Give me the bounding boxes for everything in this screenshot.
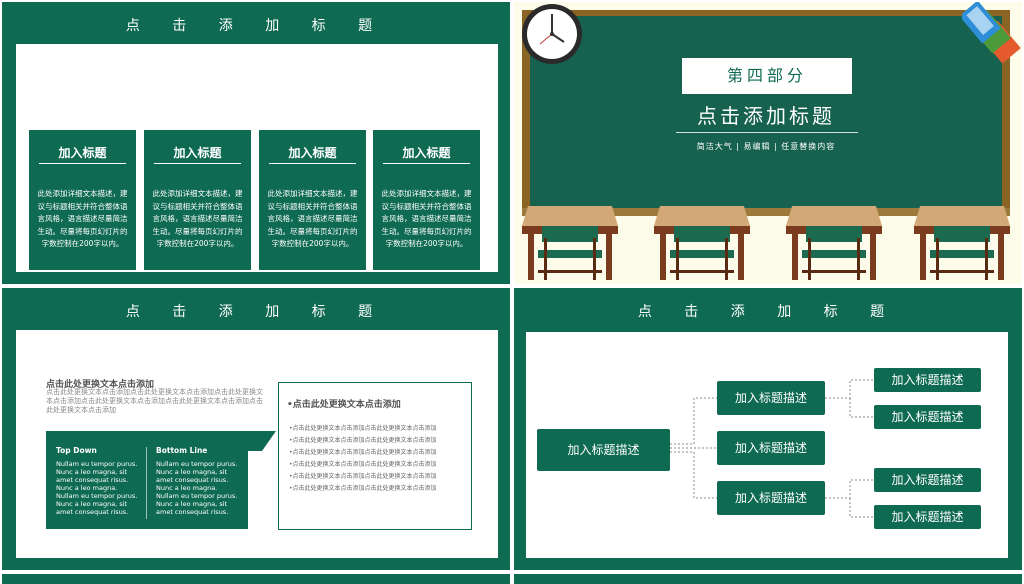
tree-branch-node: 加入标题描述 [717,431,825,465]
card-title: 加入标题 [402,146,451,160]
tree-leaf-node: 加入标题描述 [874,505,981,529]
card-body: 此处添加详细文本描述，建议与标题相关并符合整体语言风格，语言描述尽量简洁生动。尽… [37,189,128,248]
text-card: 加入标题 此处添加详细文本描述，建议与标题相关并符合整体语言风格，语言描述尽量简… [144,130,251,270]
bullet-item: •点击此处更换文本点击添加点击此处更换文本点击添加 [289,449,437,456]
tree-branch-node: 加入标题描述 [717,481,825,515]
bullet-item: •点击此处更换文本点击添加点击此处更换文本点击添加 [289,425,437,432]
text-card: 加入标题 此处添加详细文本描述，建议与标题相关并符合整体语言风格，语言描述尽量简… [373,130,480,270]
card-divider [154,163,241,164]
slide-thumbnail-4[interactable]: 点 击 添 加 标 题 加入标题描述 加入标题描述 加入标题描述 加入标题描述 … [514,288,1022,570]
text-body: 点击此处更换文本点击添加点击此处更换文本点击添加点击此处更换文本点击添加点击此处… [46,388,263,414]
bullet-item: •点击此处更换文本点击添加点击此处更换文本点击添加 [289,473,437,480]
card-title: 加入标题 [288,146,337,160]
column-text: Nullam eu tempor purus. Nunc a leo magna… [56,460,138,516]
tree-branch-node: 加入标题描述 [717,381,825,415]
bullet-item: •点击此处更换文本点击添加点击此处更换文本点击添加 [289,461,437,468]
slide-thumbnail-3[interactable]: 点 击 添 加 标 题 点击此处更换文本点击添加 点击此处更换文本点击添加点击此… [2,288,510,570]
content-panel: 加入标题 此处添加详细文本描述，建议与标题相关并符合整体语言风格，语言描述尽量简… [16,44,498,272]
tree-leaf-node: 加入标题描述 [874,368,981,392]
slide-thumbnail-6[interactable] [514,574,1022,584]
tree-leaf-node: 加入标题描述 [874,405,981,429]
column-heading: Bottom Line [156,446,208,455]
desks-illustration [522,206,1010,280]
column-divider [146,447,147,519]
text-card: 加入标题 此处添加详细文本描述，建议与标题相关并符合整体语言风格，语言描述尽量简… [259,130,366,270]
box-heading: •点击此处更换文本点击添加 [287,400,401,410]
column-text: Nullam eu tempor purus. Nunc a leo magna… [156,460,238,516]
clock-icon [522,4,582,64]
bullet-box: •点击此处更换文本点击添加 •点击此处更换文本点击添加点击此处更换文本点击添加 … [278,382,472,530]
slide-thumbnail-2[interactable]: 第四部分 点击添加标题 简洁大气 | 易编辑 | 任意替换内容 [514,2,1022,284]
section-subtitle: 简洁大气 | 易编辑 | 任意替换内容 [696,142,836,151]
section-title: 点击添加标题 [697,104,835,128]
slide-thumbnail-5[interactable] [2,574,510,584]
slide-title: 点 击 添 加 标 题 [125,18,387,34]
info-block: Top Down Nullam eu tempor purus. Nunc a … [46,431,248,529]
card-title: 加入标题 [173,146,222,160]
card-body: 此处添加详细文本描述，建议与标题相关并符合整体语言风格，语言描述尽量简洁生动。尽… [381,189,472,248]
title-divider [676,132,858,133]
card-divider [39,163,126,164]
section-label: 第四部分 [682,58,852,94]
text-card: 加入标题 此处添加详细文本描述，建议与标题相关并符合整体语言风格，语言描述尽量简… [29,130,136,270]
slide-title: 点 击 添 加 标 题 [125,304,387,320]
bullet-item: •点击此处更换文本点击添加点击此处更换文本点击添加 [289,485,437,492]
card-divider [383,163,470,164]
slide-thumbnail-1[interactable]: 点 击 添 加 标 题 加入标题 此处添加详细文本描述，建议与标题相关并符合整体… [2,2,510,284]
column-heading: Top Down [56,446,97,455]
tree-leaf-node: 加入标题描述 [874,468,981,492]
tree-root-node: 加入标题描述 [537,429,670,471]
bullet-item: •点击此处更换文本点击添加点击此处更换文本点击添加 [289,437,437,444]
info-column: Bottom Line Nullam eu tempor purus. Nunc… [156,446,242,517]
card-divider [269,163,356,164]
books-icon [962,2,1021,64]
info-column: Top Down Nullam eu tempor purus. Nunc a … [56,446,142,517]
ribbon-tab [248,431,276,451]
card-body: 此处添加详细文本描述，建议与标题相关并符合整体语言风格，语言描述尽量简洁生动。尽… [267,189,358,248]
card-body: 此处添加详细文本描述，建议与标题相关并符合整体语言风格，语言描述尽量简洁生动。尽… [152,189,243,248]
card-title: 加入标题 [58,146,107,160]
